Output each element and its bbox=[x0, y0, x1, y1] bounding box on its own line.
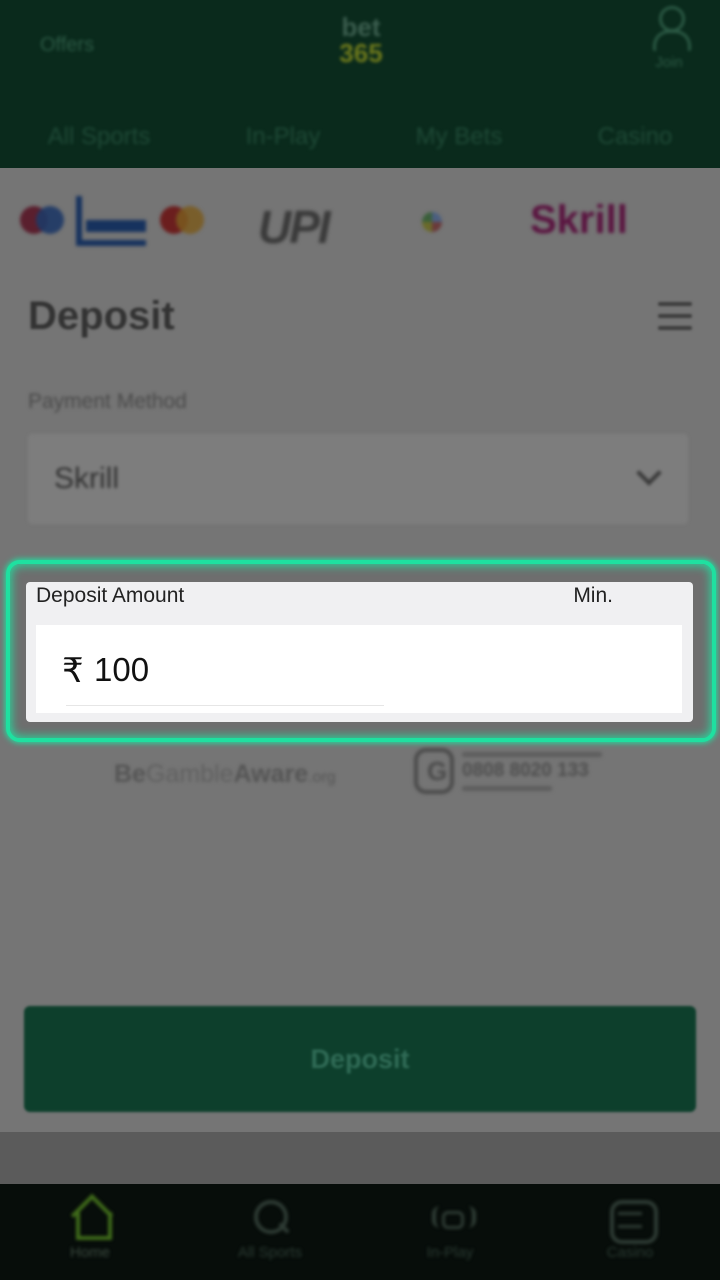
bottom-nav-label: In-Play bbox=[426, 1244, 474, 1261]
tab-my-bets[interactable]: My Bets bbox=[416, 123, 503, 151]
bet365-logo[interactable]: bet 365 bbox=[326, 14, 396, 66]
offers-link[interactable]: Offers bbox=[40, 34, 94, 57]
deposit-amount-input[interactable]: ₹ 100 bbox=[36, 625, 682, 713]
bottom-strip bbox=[0, 1132, 720, 1184]
deposit-amount-label: Deposit Amount bbox=[36, 584, 185, 607]
logo-line-1: bet bbox=[341, 12, 381, 42]
gamcare-text-bar bbox=[462, 752, 602, 757]
mastercard-logo bbox=[160, 206, 204, 236]
payment-method-value: Skrill bbox=[54, 462, 119, 495]
hamburger-menu-icon[interactable] bbox=[658, 302, 692, 332]
gamble-gamble: Gamble bbox=[145, 760, 234, 788]
bottom-nav-label: All Sports bbox=[237, 1244, 303, 1261]
bottom-nav-all-sports[interactable]: All Sports bbox=[205, 1184, 335, 1262]
deposit-amount-card: Deposit Amount Min. ₹ 100 bbox=[26, 582, 693, 722]
bottom-nav-in-play[interactable]: In-Play bbox=[385, 1184, 515, 1262]
maestro-logo bbox=[20, 206, 64, 236]
account-label: Join bbox=[655, 54, 683, 71]
gamcare-phone: 0808 8020 133 bbox=[462, 760, 589, 781]
search-icon bbox=[250, 1198, 290, 1238]
in-play-icon bbox=[430, 1198, 476, 1238]
input-underline bbox=[66, 705, 384, 706]
top-header: Offers bet 365 Join All Sports In-Play M… bbox=[0, 0, 720, 168]
chevron-down-icon bbox=[636, 460, 662, 486]
page-title: Deposit bbox=[28, 294, 175, 338]
payment-method-label: Payment Method bbox=[28, 390, 187, 413]
rupee-icon: ₹ bbox=[62, 651, 84, 691]
gamble-be: Be bbox=[114, 760, 146, 788]
payment-method-select[interactable]: Skrill bbox=[28, 434, 688, 524]
user-icon bbox=[652, 6, 691, 51]
tab-all-sports[interactable]: All Sports bbox=[48, 123, 151, 151]
begambleaware-logo[interactable]: BeGambleAware.org bbox=[114, 760, 336, 789]
gamble-org: .org bbox=[308, 769, 336, 786]
deposit-button[interactable]: Deposit bbox=[24, 1006, 696, 1112]
skrill-logo: Skrill bbox=[530, 198, 628, 242]
min-amount-label: Min. bbox=[573, 584, 613, 607]
tab-casino[interactable]: Casino bbox=[598, 123, 673, 151]
home-icon bbox=[70, 1198, 112, 1240]
logo-line-2: 365 bbox=[339, 38, 383, 68]
bottom-nav-casino[interactable]: Casino bbox=[565, 1184, 695, 1262]
bottom-nav-home[interactable]: Home bbox=[25, 1184, 155, 1262]
upi-logo: UPI bbox=[258, 201, 331, 253]
top-nav: All Sports In-Play My Bets Casino bbox=[0, 112, 720, 162]
gamble-aware: Aware bbox=[233, 760, 309, 788]
visa-logo bbox=[76, 196, 146, 246]
payment-logos: UPI Skrill bbox=[0, 190, 720, 260]
bottom-nav: Home All Sports In-Play Casino bbox=[0, 1184, 720, 1280]
tab-in-play[interactable]: In-Play bbox=[246, 123, 321, 151]
bottom-nav-label: Casino bbox=[606, 1244, 654, 1261]
bottom-nav-label: Home bbox=[69, 1244, 110, 1261]
gamcare-text-bar bbox=[462, 786, 552, 791]
account-button[interactable]: Join bbox=[634, 6, 704, 72]
casino-icon bbox=[610, 1198, 658, 1244]
amount-value: 100 bbox=[94, 651, 150, 688]
gamcare-logo[interactable]: 0808 8020 133 bbox=[414, 748, 604, 798]
gamcare-icon bbox=[414, 748, 454, 794]
gpay-logo bbox=[422, 212, 442, 232]
